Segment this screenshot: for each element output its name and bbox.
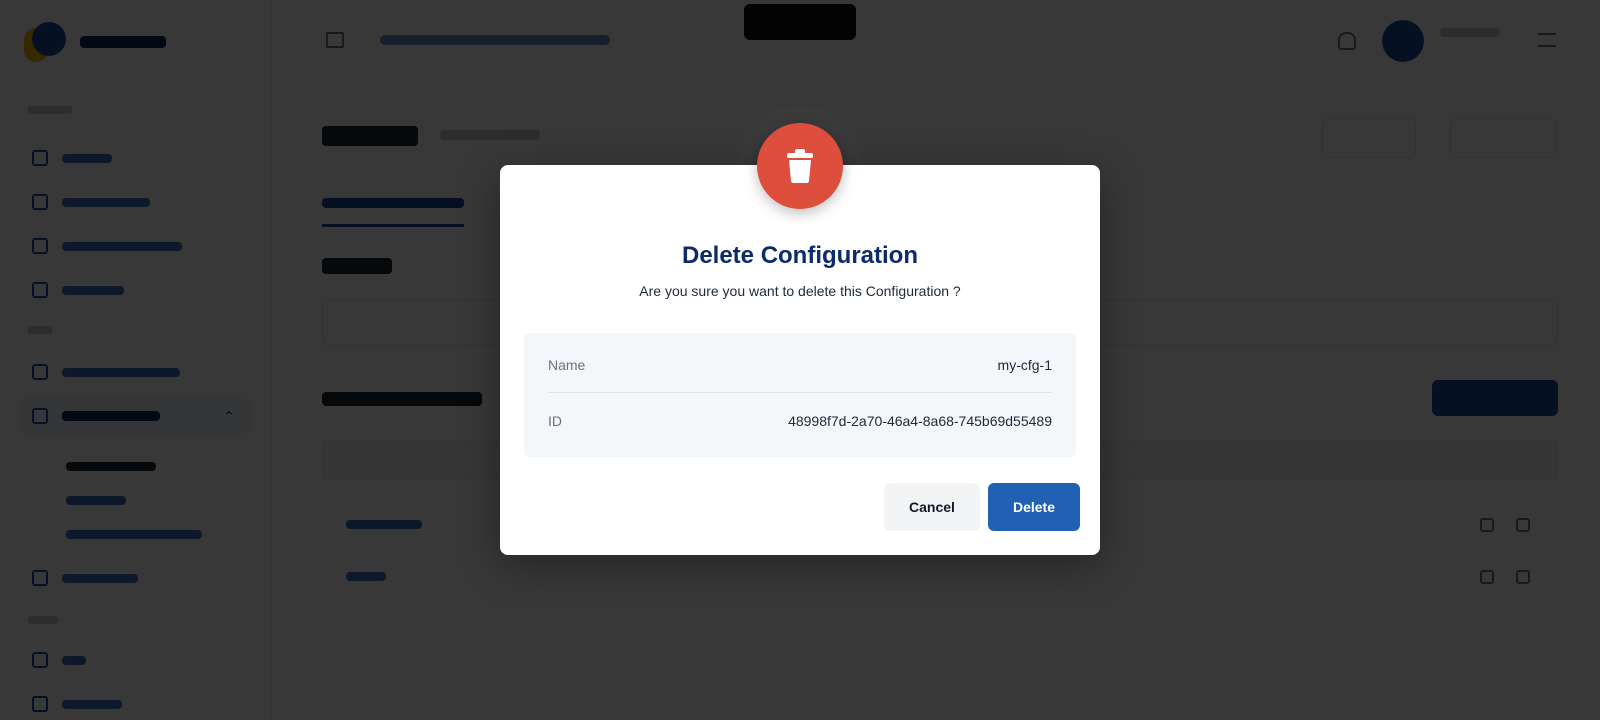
delete-dialog: Delete Configuration Are you sure you wa… — [500, 165, 1100, 555]
detail-value: my-cfg-1 — [997, 356, 1052, 373]
delete-button[interactable]: Delete — [988, 483, 1080, 531]
trash-icon — [757, 123, 843, 209]
detail-row-id: ID 48998f7d-2a70-46a4-8a68-745b69d55489 — [548, 393, 1052, 449]
detail-row-name: Name my-cfg-1 — [548, 337, 1052, 393]
dialog-message: Are you sure you want to delete this Con… — [639, 283, 961, 299]
detail-label: Name — [548, 356, 586, 373]
cancel-button[interactable]: Cancel — [884, 483, 980, 531]
details-panel: Name my-cfg-1 ID 48998f7d-2a70-46a4-8a68… — [524, 333, 1076, 457]
detail-value: 48998f7d-2a70-46a4-8a68-745b69d55489 — [788, 413, 1052, 429]
detail-label: ID — [548, 413, 562, 429]
dialog-title: Delete Configuration — [681, 242, 918, 269]
